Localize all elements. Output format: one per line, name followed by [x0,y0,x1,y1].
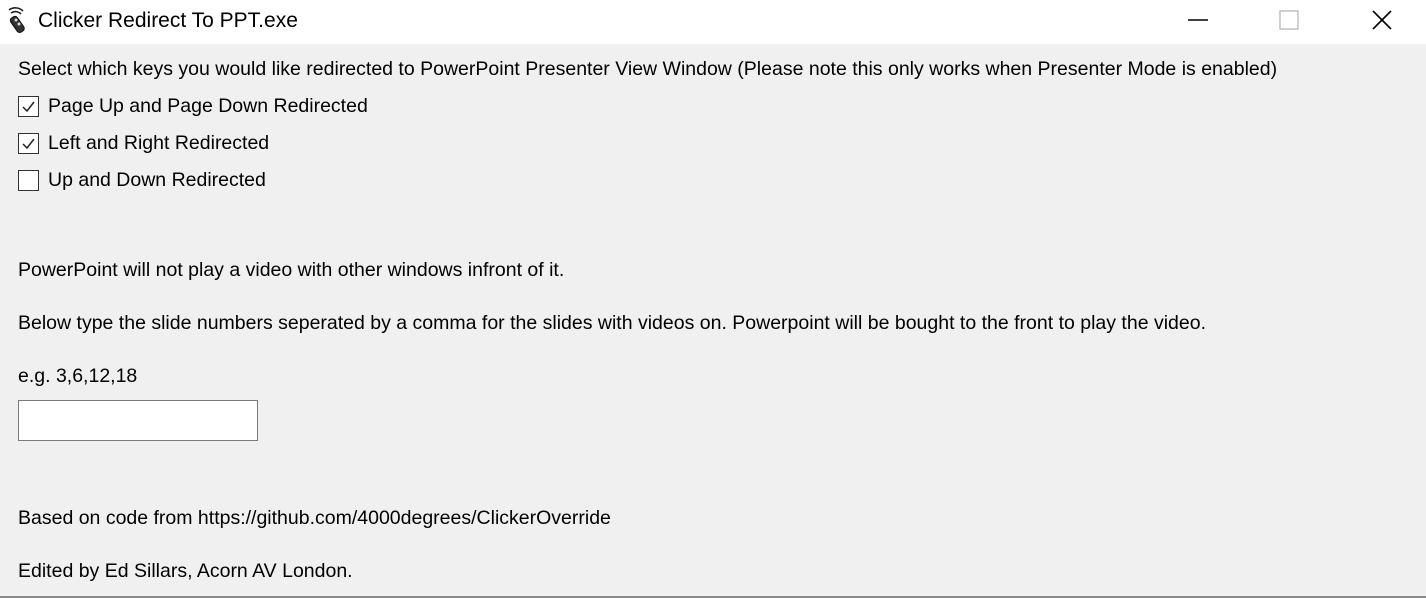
option-label: Left and Right Redirected [48,132,270,154]
checkmark-icon [22,101,35,112]
checkbox-left-right[interactable] [18,132,39,154]
checkmark-icon [22,138,35,149]
close-icon [1371,9,1393,36]
option-label: Page Up and Page Down Redirected [48,95,368,117]
video-note-text: PowerPoint will not play a video with ot… [18,259,565,281]
maximize-button[interactable] [1266,0,1312,44]
option-page-up-down[interactable]: Page Up and Page Down Redirected [18,93,368,119]
main-panel: Select which keys you would like redirec… [0,44,1426,598]
option-up-down[interactable]: Up and Down Redirected [18,167,266,193]
maximize-icon [1278,9,1300,36]
based-on-text: Based on code from https://github.com/40… [18,507,611,529]
app-window: Clicker Redirect To PPT.exe Select which… [0,0,1426,598]
slide-numbers-input[interactable] [18,400,258,441]
checkbox-up-down[interactable] [18,169,39,191]
example-text: e.g. 3,6,12,18 [18,365,138,387]
instructions-text: Select which keys you would like redirec… [18,58,1278,80]
video-instructions-text: Below type the slide numbers seperated b… [18,312,1206,334]
title-bar[interactable]: Clicker Redirect To PPT.exe [0,0,1426,44]
minimize-icon [1187,9,1209,36]
clicker-remote-icon [4,6,32,34]
option-left-right[interactable]: Left and Right Redirected [18,130,269,156]
checkbox-page-up-down[interactable] [18,95,39,117]
option-label: Up and Down Redirected [48,169,266,191]
close-button[interactable] [1359,0,1405,44]
edited-by-text: Edited by Ed Sillars, Acorn AV London. [18,560,353,582]
window-title: Clicker Redirect To PPT.exe [38,9,298,32]
minimize-button[interactable] [1175,0,1221,44]
